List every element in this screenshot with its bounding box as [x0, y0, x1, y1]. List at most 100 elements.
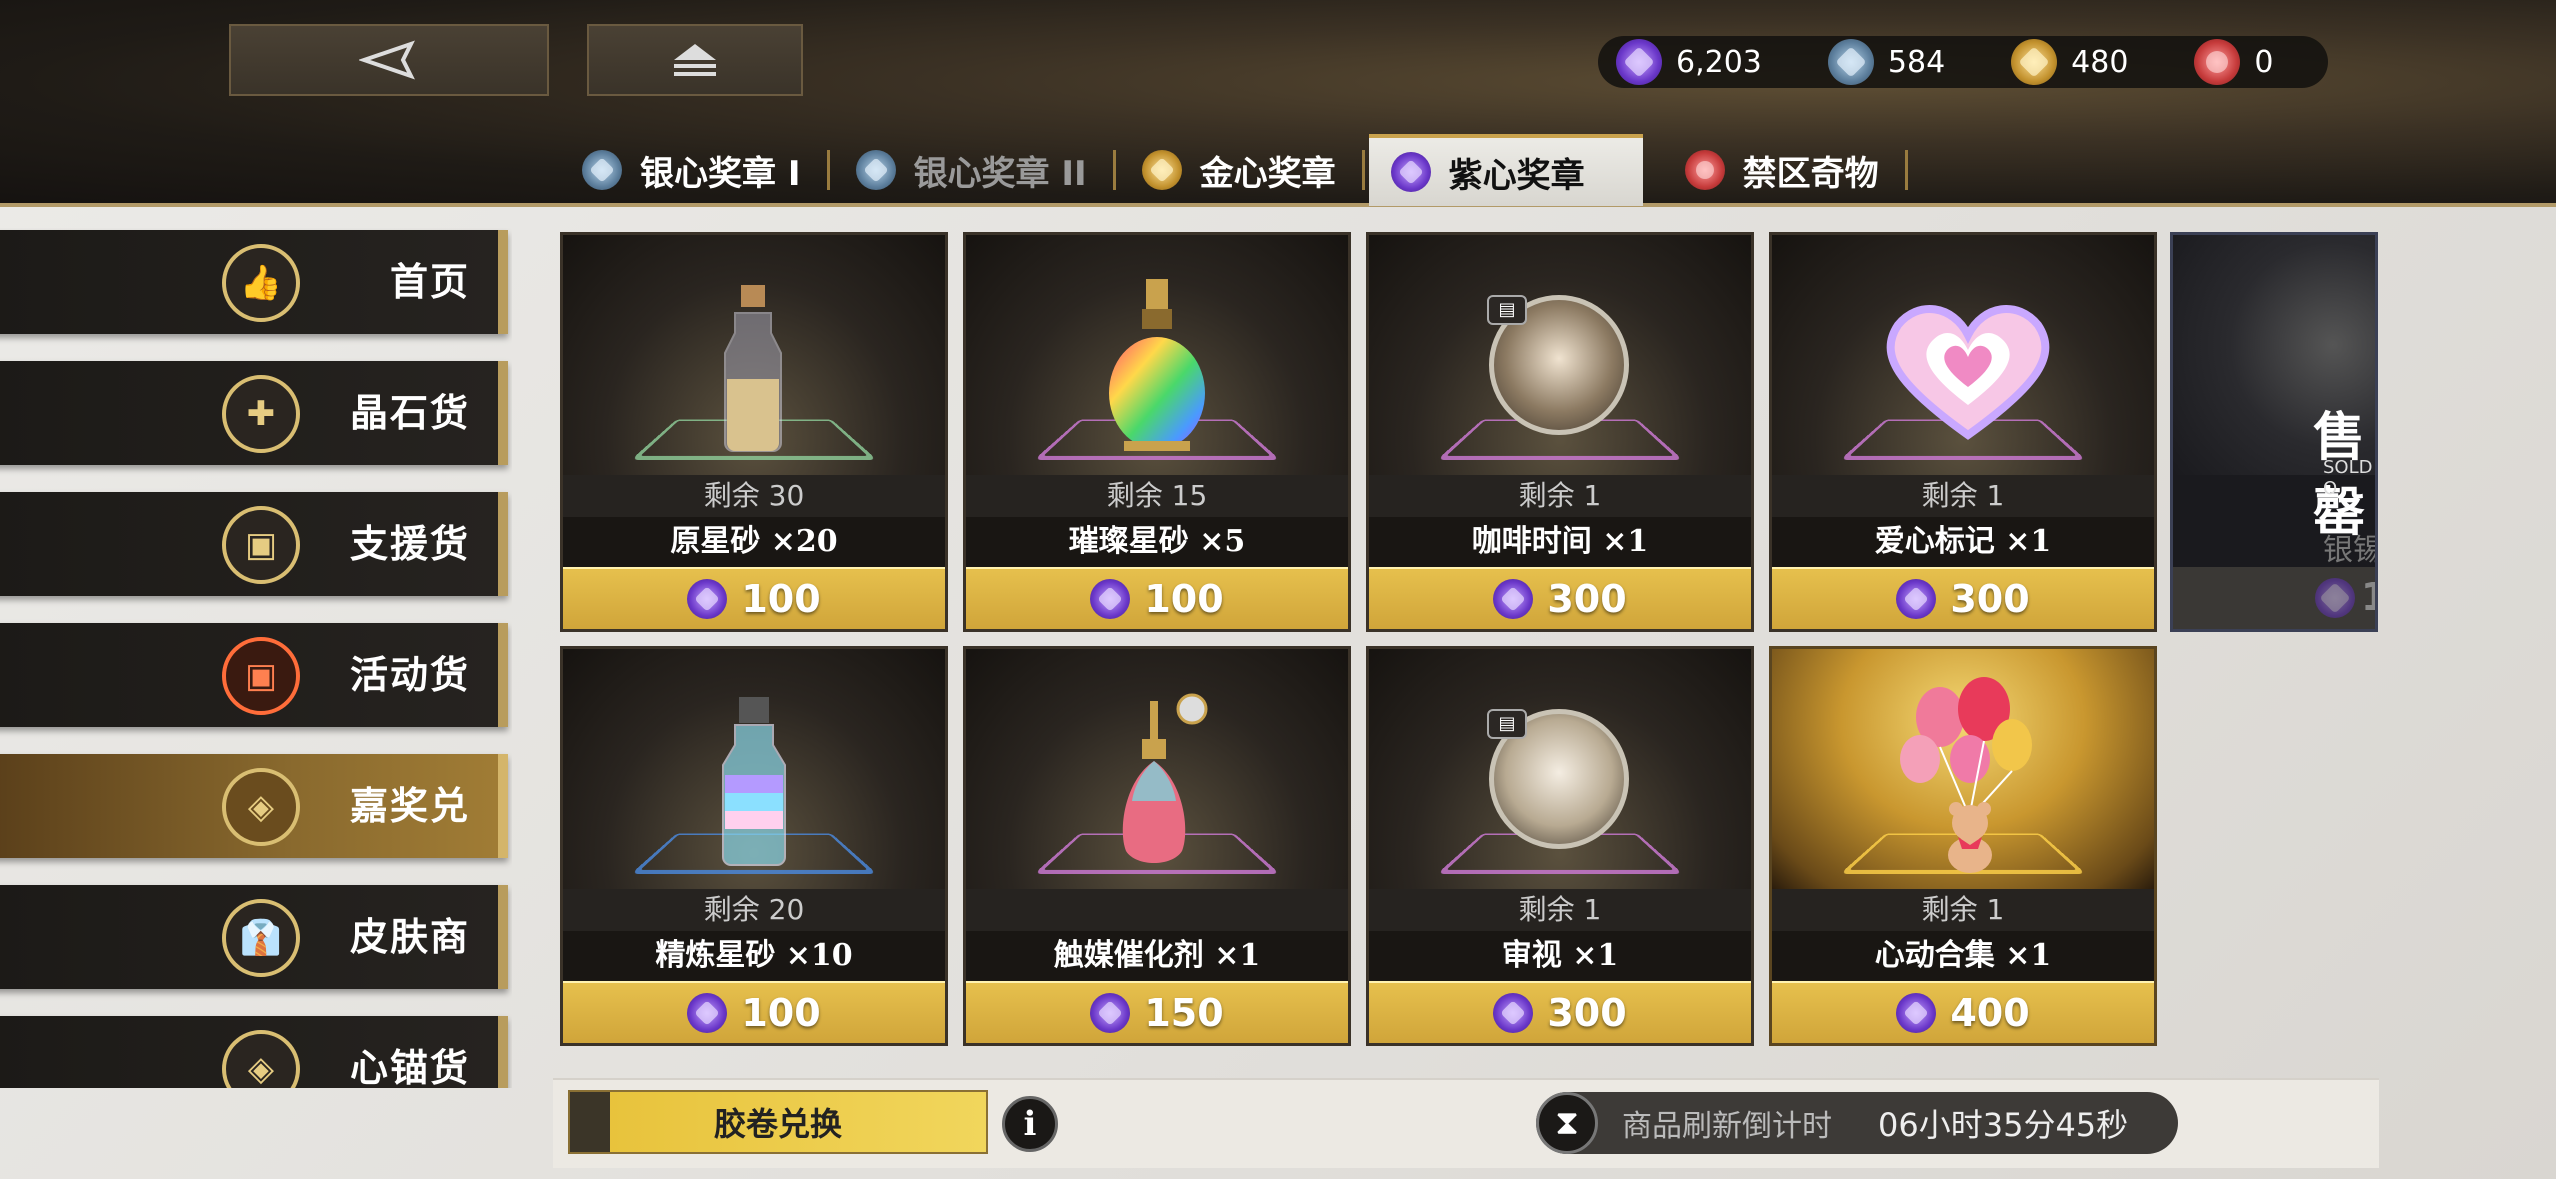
shop-item-card-soldout[interactable]: 售罄 SOLD O 银锡信息 1 — [2170, 232, 2378, 632]
purple-medal-icon — [1090, 993, 1131, 1033]
remaining-count: 剩余 1 — [1772, 475, 2154, 517]
sidebar-item-skin-shop[interactable]: 👔 皮肤商店 — [0, 885, 508, 1063]
price-button[interactable]: 300 — [1772, 567, 2154, 629]
shop-item-card[interactable]: 剩余 20 精炼星砂 ×10 100 — [560, 646, 948, 1046]
currency-value: 6,203 — [1676, 44, 1762, 80]
thumbs-up-icon: 👍 — [222, 244, 300, 322]
currency-silver: 584 — [1827, 39, 1946, 85]
item-art — [563, 649, 945, 889]
sidebar-item-event[interactable]: ▣ 活动货柜 — [0, 623, 508, 801]
shop-item-card[interactable]: 剩余 30 原星砂 ×20 100 — [560, 232, 948, 632]
shop-item-card[interactable]: 触媒催化剂 ×1 150 — [963, 646, 1351, 1046]
price-value: 100 — [741, 991, 821, 1035]
price-value: 1 — [2361, 575, 2375, 619]
item-art — [1772, 235, 2154, 475]
home-button[interactable] — [587, 24, 803, 96]
back-button[interactable] — [229, 24, 549, 96]
currency-value: 584 — [1887, 44, 1946, 80]
sidebar-item-anchor[interactable]: ◈ 心锚货柜 — [0, 1016, 508, 1088]
shop-item-card[interactable]: 剩余 1 爱心标记 ×1 300 — [1769, 232, 2157, 632]
id-card-icon: ▤ — [1487, 295, 1527, 325]
item-name: 咖啡时间 ×1 — [1471, 524, 1649, 559]
suit-icon: 👔 — [222, 899, 300, 977]
tab-silver-1[interactable]: 银心奖章 I — [560, 134, 823, 206]
home-icon — [674, 44, 716, 76]
item-name: 触媒催化剂 ×1 — [1053, 938, 1261, 973]
currency-value: 480 — [2071, 44, 2129, 80]
refresh-label: 商品刷新倒计时 — [1622, 1109, 1832, 1144]
divider — [1112, 150, 1116, 190]
tab-forbidden[interactable]: 禁区奇物 — [1663, 134, 1901, 206]
perfume-bottle-icon — [1122, 693, 1208, 863]
heart-icon — [1886, 305, 2050, 440]
tab-gold[interactable]: 金心奖章 — [1120, 134, 1358, 206]
film-exchange-label: 胶卷兑换 — [713, 1105, 842, 1143]
tab-silver-2[interactable]: 银心奖章 II — [834, 134, 1109, 206]
info-button[interactable]: i — [1002, 1096, 1058, 1152]
item-name: 审视 ×1 — [1501, 938, 1619, 973]
sidebar-item-label: 皮肤商店 — [349, 915, 470, 1063]
price-button[interactable]: 100 — [966, 567, 1348, 629]
info-icon: i — [1023, 1104, 1037, 1144]
tab-label: 金心奖章 — [1199, 153, 1336, 194]
sidebar: 👍 首页 ✚ 晶石货柜 ▣ 支援货柜 ▣ 活动货柜 ◈ 嘉奖兑换 👔 皮肤商店 ◈ 心锚货柜 — [0, 228, 512, 1088]
hourglass-icon: ⧗ — [1536, 1092, 1598, 1154]
price-button[interactable]: 1 — [2173, 567, 2375, 629]
price-button[interactable]: 150 — [966, 981, 1348, 1043]
divider — [1361, 150, 1365, 190]
price-value: 150 — [1144, 991, 1224, 1035]
shop-item-card[interactable]: 剩余 1 心动合集 ×1 400 — [1769, 646, 2157, 1046]
gold-medal-icon — [2011, 39, 2058, 85]
shop-item-card[interactable]: 剩余 15 璀璨星砂 ×5 100 — [963, 232, 1351, 632]
supply-box-icon: ▣ — [222, 506, 300, 584]
remaining-count: 剩余 15 — [966, 475, 1348, 517]
forbidden-token-icon — [2194, 39, 2241, 85]
film-exchange-button[interactable]: 胶卷兑换 — [568, 1090, 988, 1154]
item-art — [966, 649, 1348, 889]
price-button[interactable]: 100 — [563, 567, 945, 629]
item-art — [966, 235, 1348, 475]
silver-medal-icon — [582, 150, 622, 190]
tab-bar: 银心奖章 I 银心奖章 II 金心奖章 紫心奖章 禁区奇物 — [560, 134, 1912, 206]
sidebar-item-crystal[interactable]: ✚ 晶石货柜 — [0, 361, 508, 539]
sold-out-label-en: SOLD O — [2323, 457, 2373, 499]
balloon-bear-icon — [1900, 677, 2032, 873]
price-button[interactable]: 300 — [1369, 567, 1751, 629]
purple-medal-icon — [687, 579, 728, 619]
currency-gold: 480 — [2011, 39, 2128, 85]
purple-medal-icon — [2315, 578, 2355, 618]
divider — [1904, 150, 1908, 190]
rainbow-flask-icon — [1109, 279, 1205, 451]
shop-item-card[interactable]: ▤ 剩余 1 审视 ×1 300 — [1366, 646, 1754, 1046]
purple-medal-icon — [1493, 993, 1534, 1033]
purple-medal-icon — [687, 993, 728, 1033]
sidebar-item-home[interactable]: 👍 首页 — [0, 230, 508, 334]
tab-label: 禁区奇物 — [1742, 153, 1879, 194]
tab-label: 银心奖章 I — [640, 153, 801, 194]
sidebar-item-support[interactable]: ▣ 支援货柜 — [0, 492, 508, 670]
item-art — [563, 235, 945, 475]
price-value: 300 — [1950, 577, 2030, 621]
item-art — [1772, 649, 2154, 889]
sidebar-item-label: 嘉奖兑换 — [349, 784, 470, 932]
sidebar-item-label: 首页 — [389, 260, 470, 304]
event-box-icon: ▣ — [222, 637, 300, 715]
price-button[interactable]: 400 — [1772, 981, 2154, 1043]
crystal-icon: ✚ — [222, 375, 300, 453]
gold-medal-icon — [1141, 150, 1182, 190]
price-button[interactable]: 300 — [1369, 981, 1751, 1043]
price-button[interactable]: 100 — [563, 981, 945, 1043]
item-name: 璀璨星砂 ×5 — [1068, 524, 1246, 559]
tab-purple[interactable]: 紫心奖章 — [1368, 134, 1643, 206]
remaining-count: 剩余 30 — [563, 475, 945, 517]
item-name: 原星砂 ×20 — [670, 524, 838, 559]
item-art: ▤ — [1369, 235, 1751, 475]
refined-sand-bottle-icon — [722, 697, 786, 866]
price-value: 400 — [1950, 991, 2030, 1035]
shop-item-card[interactable]: ▤ 剩余 1 咖啡时间 ×1 300 — [1366, 232, 1754, 632]
purple-medal-icon — [1493, 579, 1534, 619]
remaining-count: 剩余 1 — [1369, 475, 1751, 517]
sidebar-item-medal-exchange[interactable]: ◈ 嘉奖兑换 — [0, 754, 508, 932]
item-art: ▤ — [1369, 649, 1751, 889]
remaining-count: 剩余 1 — [1772, 889, 2154, 931]
